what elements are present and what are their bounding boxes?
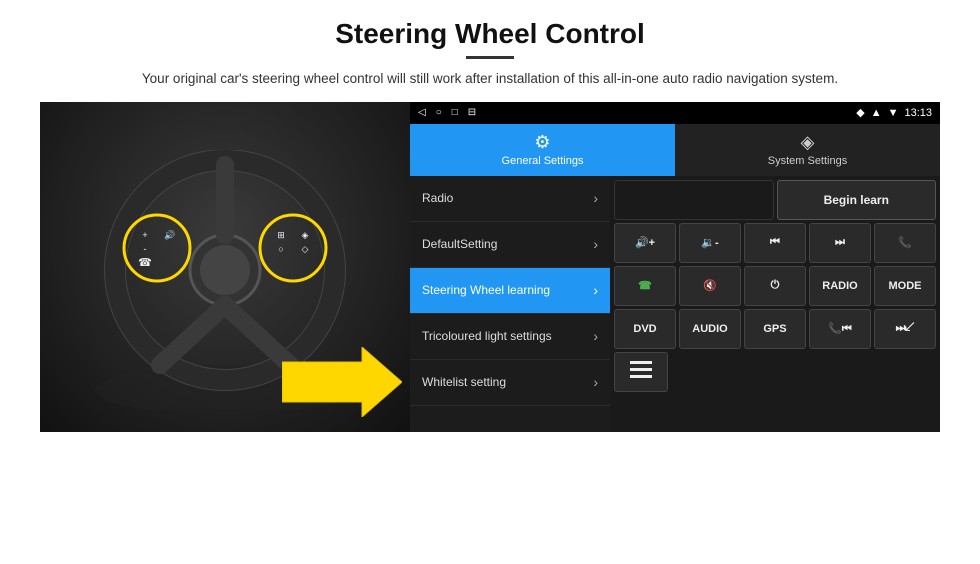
next-track-button[interactable]: ⏭ bbox=[809, 223, 871, 263]
call-answer-button[interactable]: ☎ bbox=[614, 266, 676, 306]
grid-row-4: DVD AUDIO GPS 📞⏮ ⏭↙ bbox=[614, 309, 936, 349]
status-bar-right: ◆ ▲ ▼ 13:13 bbox=[856, 106, 932, 119]
location-icon: ◆ bbox=[856, 106, 864, 119]
menu-item-whitelist[interactable]: Whitelist setting › bbox=[410, 360, 610, 406]
svg-text:-: - bbox=[144, 244, 147, 254]
menu-icon bbox=[630, 361, 652, 382]
menu-item-steering[interactable]: Steering Wheel learning › bbox=[410, 268, 610, 314]
chevron-right-icon-2: › bbox=[593, 236, 598, 252]
page-subtitle: Your original car's steering wheel contr… bbox=[142, 69, 838, 90]
dvd-button[interactable]: DVD bbox=[614, 309, 676, 349]
page-container: Steering Wheel Control Your original car… bbox=[0, 0, 980, 564]
status-bar: ◁ ○ □ ⊟ ◆ ▲ ▼ 13:13 bbox=[410, 102, 940, 124]
chevron-right-icon-3: › bbox=[593, 282, 598, 298]
power-button[interactable]: ⏻ bbox=[744, 266, 806, 306]
grid-row-1: Begin learn bbox=[614, 180, 936, 220]
svg-text:☎: ☎ bbox=[138, 257, 152, 269]
menu-item-steering-label: Steering Wheel learning bbox=[422, 283, 550, 297]
tab-system[interactable]: ◈ System Settings bbox=[675, 124, 940, 176]
mute-button[interactable]: 🔇 bbox=[679, 266, 741, 306]
car-background: + 🔊 - ☎ ⊞ ◈ ○ ◇ bbox=[40, 102, 410, 432]
tab-general[interactable]: ⚙ General Settings bbox=[410, 124, 675, 176]
phone-icon: 📞 bbox=[898, 236, 912, 249]
title-divider bbox=[466, 56, 514, 59]
prev-track-button[interactable]: ⏮ bbox=[744, 223, 806, 263]
grid-row-3: ☎ 🔇 ⏻ RADIO MODE bbox=[614, 266, 936, 306]
nav-back-icon[interactable]: ◁ bbox=[418, 107, 426, 118]
svg-text:+: + bbox=[142, 230, 147, 240]
grid-row-2: 🔊+ 🔉- ⏮ ⏭ 📞 bbox=[614, 223, 936, 263]
main-content: Radio › DefaultSetting › Steering Wheel … bbox=[410, 176, 940, 432]
svg-text:⊞: ⊞ bbox=[277, 230, 285, 240]
content-row: + 🔊 - ☎ ⊞ ◈ ○ ◇ bbox=[40, 102, 940, 554]
button-grid: Begin learn 🔊+ 🔉- ⏮ bbox=[610, 176, 940, 432]
wifi-icon: ▼ bbox=[888, 107, 899, 119]
top-tabs: ⚙ General Settings ◈ System Settings bbox=[410, 124, 940, 176]
dvd-label: DVD bbox=[633, 323, 656, 335]
system-settings-icon: ◈ bbox=[801, 132, 815, 153]
menu-item-whitelist-label: Whitelist setting bbox=[422, 375, 506, 389]
vol-down-button[interactable]: 🔉- bbox=[679, 223, 741, 263]
chevron-right-icon-4: › bbox=[593, 328, 598, 344]
vol-up-icon: 🔊+ bbox=[635, 236, 655, 249]
phone-button[interactable]: 📞 bbox=[874, 223, 936, 263]
arrow-svg bbox=[282, 347, 402, 417]
grid-row-5 bbox=[614, 352, 936, 392]
call-answer-icon: ☎ bbox=[638, 279, 652, 292]
mute-icon: 🔇 bbox=[703, 279, 717, 292]
android-panel: ◁ ○ □ ⊟ ◆ ▲ ▼ 13:13 ⚙ General Settings bbox=[410, 102, 940, 432]
nav-square-icon[interactable]: □ bbox=[452, 107, 458, 118]
nav-home-icon[interactable]: ○ bbox=[436, 107, 442, 118]
menu-list: Radio › DefaultSetting › Steering Wheel … bbox=[410, 176, 610, 432]
phone-prev-icon: 📞⏮ bbox=[828, 322, 852, 336]
page-title: Steering Wheel Control bbox=[335, 18, 645, 50]
radio-button[interactable]: RADIO bbox=[809, 266, 871, 306]
car-image-area: + 🔊 - ☎ ⊞ ◈ ○ ◇ bbox=[40, 102, 410, 432]
begin-learn-button[interactable]: Begin learn bbox=[777, 180, 937, 220]
general-settings-icon: ⚙ bbox=[534, 132, 550, 153]
prev-track-icon: ⏮ bbox=[770, 236, 780, 249]
menu-item-tricoloured[interactable]: Tricoloured light settings › bbox=[410, 314, 610, 360]
radio-label: RADIO bbox=[822, 280, 857, 292]
phone-prev-button[interactable]: 📞⏮ bbox=[809, 309, 871, 349]
empty-slot bbox=[614, 180, 774, 220]
skip-icon: ⏭↙ bbox=[896, 322, 915, 335]
chevron-right-icon-5: › bbox=[593, 374, 598, 390]
menu-item-default-label: DefaultSetting bbox=[422, 237, 497, 251]
mode-button[interactable]: MODE bbox=[874, 266, 936, 306]
menu-item-radio-label: Radio bbox=[422, 191, 453, 205]
mode-label: MODE bbox=[889, 280, 922, 292]
svg-text:🔊: 🔊 bbox=[164, 229, 175, 241]
vol-down-icon: 🔉- bbox=[701, 236, 718, 249]
audio-button[interactable]: AUDIO bbox=[679, 309, 741, 349]
skip-button[interactable]: ⏭↙ bbox=[874, 309, 936, 349]
menu-item-radio[interactable]: Radio › bbox=[410, 176, 610, 222]
signal-icon: ▲ bbox=[871, 107, 882, 119]
menu-item-default[interactable]: DefaultSetting › bbox=[410, 222, 610, 268]
nav-menu-icon[interactable]: ⊟ bbox=[468, 107, 476, 118]
gps-button[interactable]: GPS bbox=[744, 309, 806, 349]
chevron-right-icon: › bbox=[593, 190, 598, 206]
menu-item-tricoloured-label: Tricoloured light settings bbox=[422, 329, 552, 343]
svg-text:○: ○ bbox=[278, 244, 283, 254]
audio-label: AUDIO bbox=[692, 323, 727, 335]
tab-system-label: System Settings bbox=[768, 155, 847, 167]
vol-up-button[interactable]: 🔊+ bbox=[614, 223, 676, 263]
clock: 13:13 bbox=[904, 107, 932, 119]
svg-text:◈: ◈ bbox=[302, 230, 309, 240]
menu-icon-button[interactable] bbox=[614, 352, 668, 392]
next-track-icon: ⏭ bbox=[835, 236, 845, 249]
status-bar-nav: ◁ ○ □ ⊟ bbox=[418, 107, 476, 118]
gps-label: GPS bbox=[763, 323, 786, 335]
tab-general-label: General Settings bbox=[502, 155, 584, 167]
power-icon: ⏻ bbox=[771, 279, 780, 292]
svg-text:◇: ◇ bbox=[302, 244, 309, 254]
